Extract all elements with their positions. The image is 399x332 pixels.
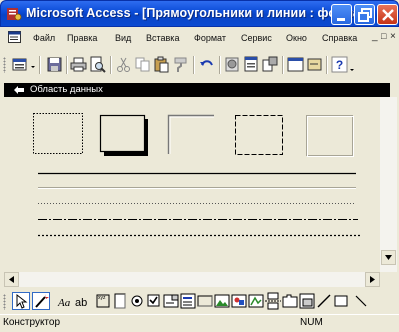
scroll-down-icon[interactable] [381,250,396,265]
undo-icon[interactable] [198,56,215,73]
toolbar-separator [326,56,327,74]
menu-file[interactable]: Файл [33,33,55,43]
pointer-arrow-icon [16,293,28,309]
option-button-tool-icon[interactable] [128,292,146,310]
form-design-toolbar: ? [0,52,399,78]
form-controls-drawing [33,113,360,237]
copy-icon[interactable] [134,56,151,73]
toolbar-separator [282,56,283,74]
status-mode: Конструктор [3,317,61,328]
select-objects-tool[interactable] [12,292,30,310]
combo-box-tool-icon[interactable] [162,292,180,310]
close-icon [382,9,394,21]
database-window-icon[interactable] [287,56,304,73]
control-wizards-tool[interactable] [32,292,50,310]
scroll-right-icon[interactable] [365,272,380,287]
status-bar: Конструктор NUM [0,314,399,332]
section-marker-icon [14,86,24,94]
detail-section-header[interactable]: Область данных [4,83,390,97]
minimize-icon [337,18,345,21]
toolbar-separator [39,56,40,74]
rectangle-shadowed[interactable] [99,114,146,153]
label-tool-icon[interactable]: Aa [57,292,75,310]
scroll-left-icon[interactable] [4,272,19,287]
toolbar-options-icon[interactable] [349,56,355,73]
horizontal-scrollbar[interactable] [4,272,380,287]
checkbox-tool-icon[interactable] [145,292,163,310]
toolbar-separator [219,56,220,74]
toolbox: Aa ab xyz [0,290,399,314]
menu-bar: Файл Правка Вид Вставка Формат Сервис Ок… [0,27,399,49]
view-dropdown-icon[interactable] [30,56,36,73]
close-button[interactable] [377,4,398,25]
menu-window[interactable]: Окно [286,33,307,43]
new-object-icon[interactable] [306,56,323,73]
toolbar-separator [110,56,111,74]
magic-wand-icon [35,294,49,308]
svg-text:xyz: xyz [98,295,106,301]
rectangle-sunken-highlight [169,116,214,154]
rectangle-sunken[interactable] [169,116,215,155]
menu-edit[interactable]: Правка [67,33,97,43]
menu-format[interactable]: Формат [194,33,226,43]
rectangle-dotted[interactable] [33,113,83,154]
vertical-scrollbar[interactable] [380,97,397,272]
menu-view[interactable]: Вид [115,33,131,43]
rectangle-dashed[interactable] [235,115,283,155]
format-painter-icon[interactable] [172,56,189,73]
toolbar-separator [66,56,67,74]
toggle-button-tool-icon[interactable] [111,292,129,310]
toolbar-grip[interactable] [3,57,6,73]
print-icon[interactable] [70,56,87,73]
command-button-tool-icon[interactable] [196,292,214,310]
form-design-canvas[interactable] [4,97,380,272]
svg-text:?: ? [336,58,343,72]
textbox-tool-icon[interactable]: ab [74,292,92,310]
list-box-tool-icon[interactable] [179,292,197,310]
section-label: Область данных [30,84,103,95]
rectangle-etched[interactable] [306,115,353,156]
help-icon[interactable]: ? [331,56,348,73]
unbound-object-frame-tool-icon[interactable] [230,292,248,310]
line-tool-icon[interactable] [315,292,333,310]
window-title: Microsoft Access - [Прямоугольники и лин… [26,6,365,20]
build-icon[interactable] [262,56,279,73]
menu-tools[interactable]: Сервис [241,33,272,43]
toolbox-grip[interactable] [3,294,6,310]
tab-control-tool-icon[interactable] [281,292,299,310]
mdi-restore-button[interactable]: □ [381,31,386,41]
rectangle-sunken-shade [167,114,214,154]
cut-icon[interactable] [115,56,132,73]
save-icon[interactable] [46,56,63,73]
option-group-tool-icon[interactable]: xyz [94,292,112,310]
mdi-close-button[interactable]: × [390,31,396,42]
page-break-tool-icon[interactable] [264,292,282,310]
svg-text:ab: ab [75,297,87,309]
rectangle-tool-icon[interactable] [332,292,350,310]
rectangle-etched-highlight [307,116,354,157]
paste-icon[interactable] [153,56,170,73]
field-list-icon[interactable] [224,56,241,73]
svg-text:Aa: Aa [57,297,71,309]
subform-tool-icon[interactable] [298,292,316,310]
view-icon[interactable] [12,56,29,73]
title-bar: Microsoft Access - [Прямоугольники и лин… [0,0,399,27]
restore-icon [358,8,372,22]
image-tool-icon[interactable] [213,292,231,310]
more-controls-tool-icon[interactable] [352,292,370,310]
menu-help[interactable]: Справка [322,33,357,43]
properties-icon[interactable] [243,56,260,73]
form-document-icon[interactable] [8,31,22,44]
menu-insert[interactable]: Вставка [146,33,179,43]
mdi-minimize-button[interactable]: _ [372,31,378,42]
status-num-lock: NUM [300,317,323,328]
restore-button[interactable] [354,4,375,25]
bound-object-frame-tool-icon[interactable] [247,292,265,310]
access-key-icon [7,8,22,21]
minimize-button[interactable] [331,4,352,25]
toolbar-separator [193,56,194,74]
print-preview-icon[interactable] [89,56,106,73]
